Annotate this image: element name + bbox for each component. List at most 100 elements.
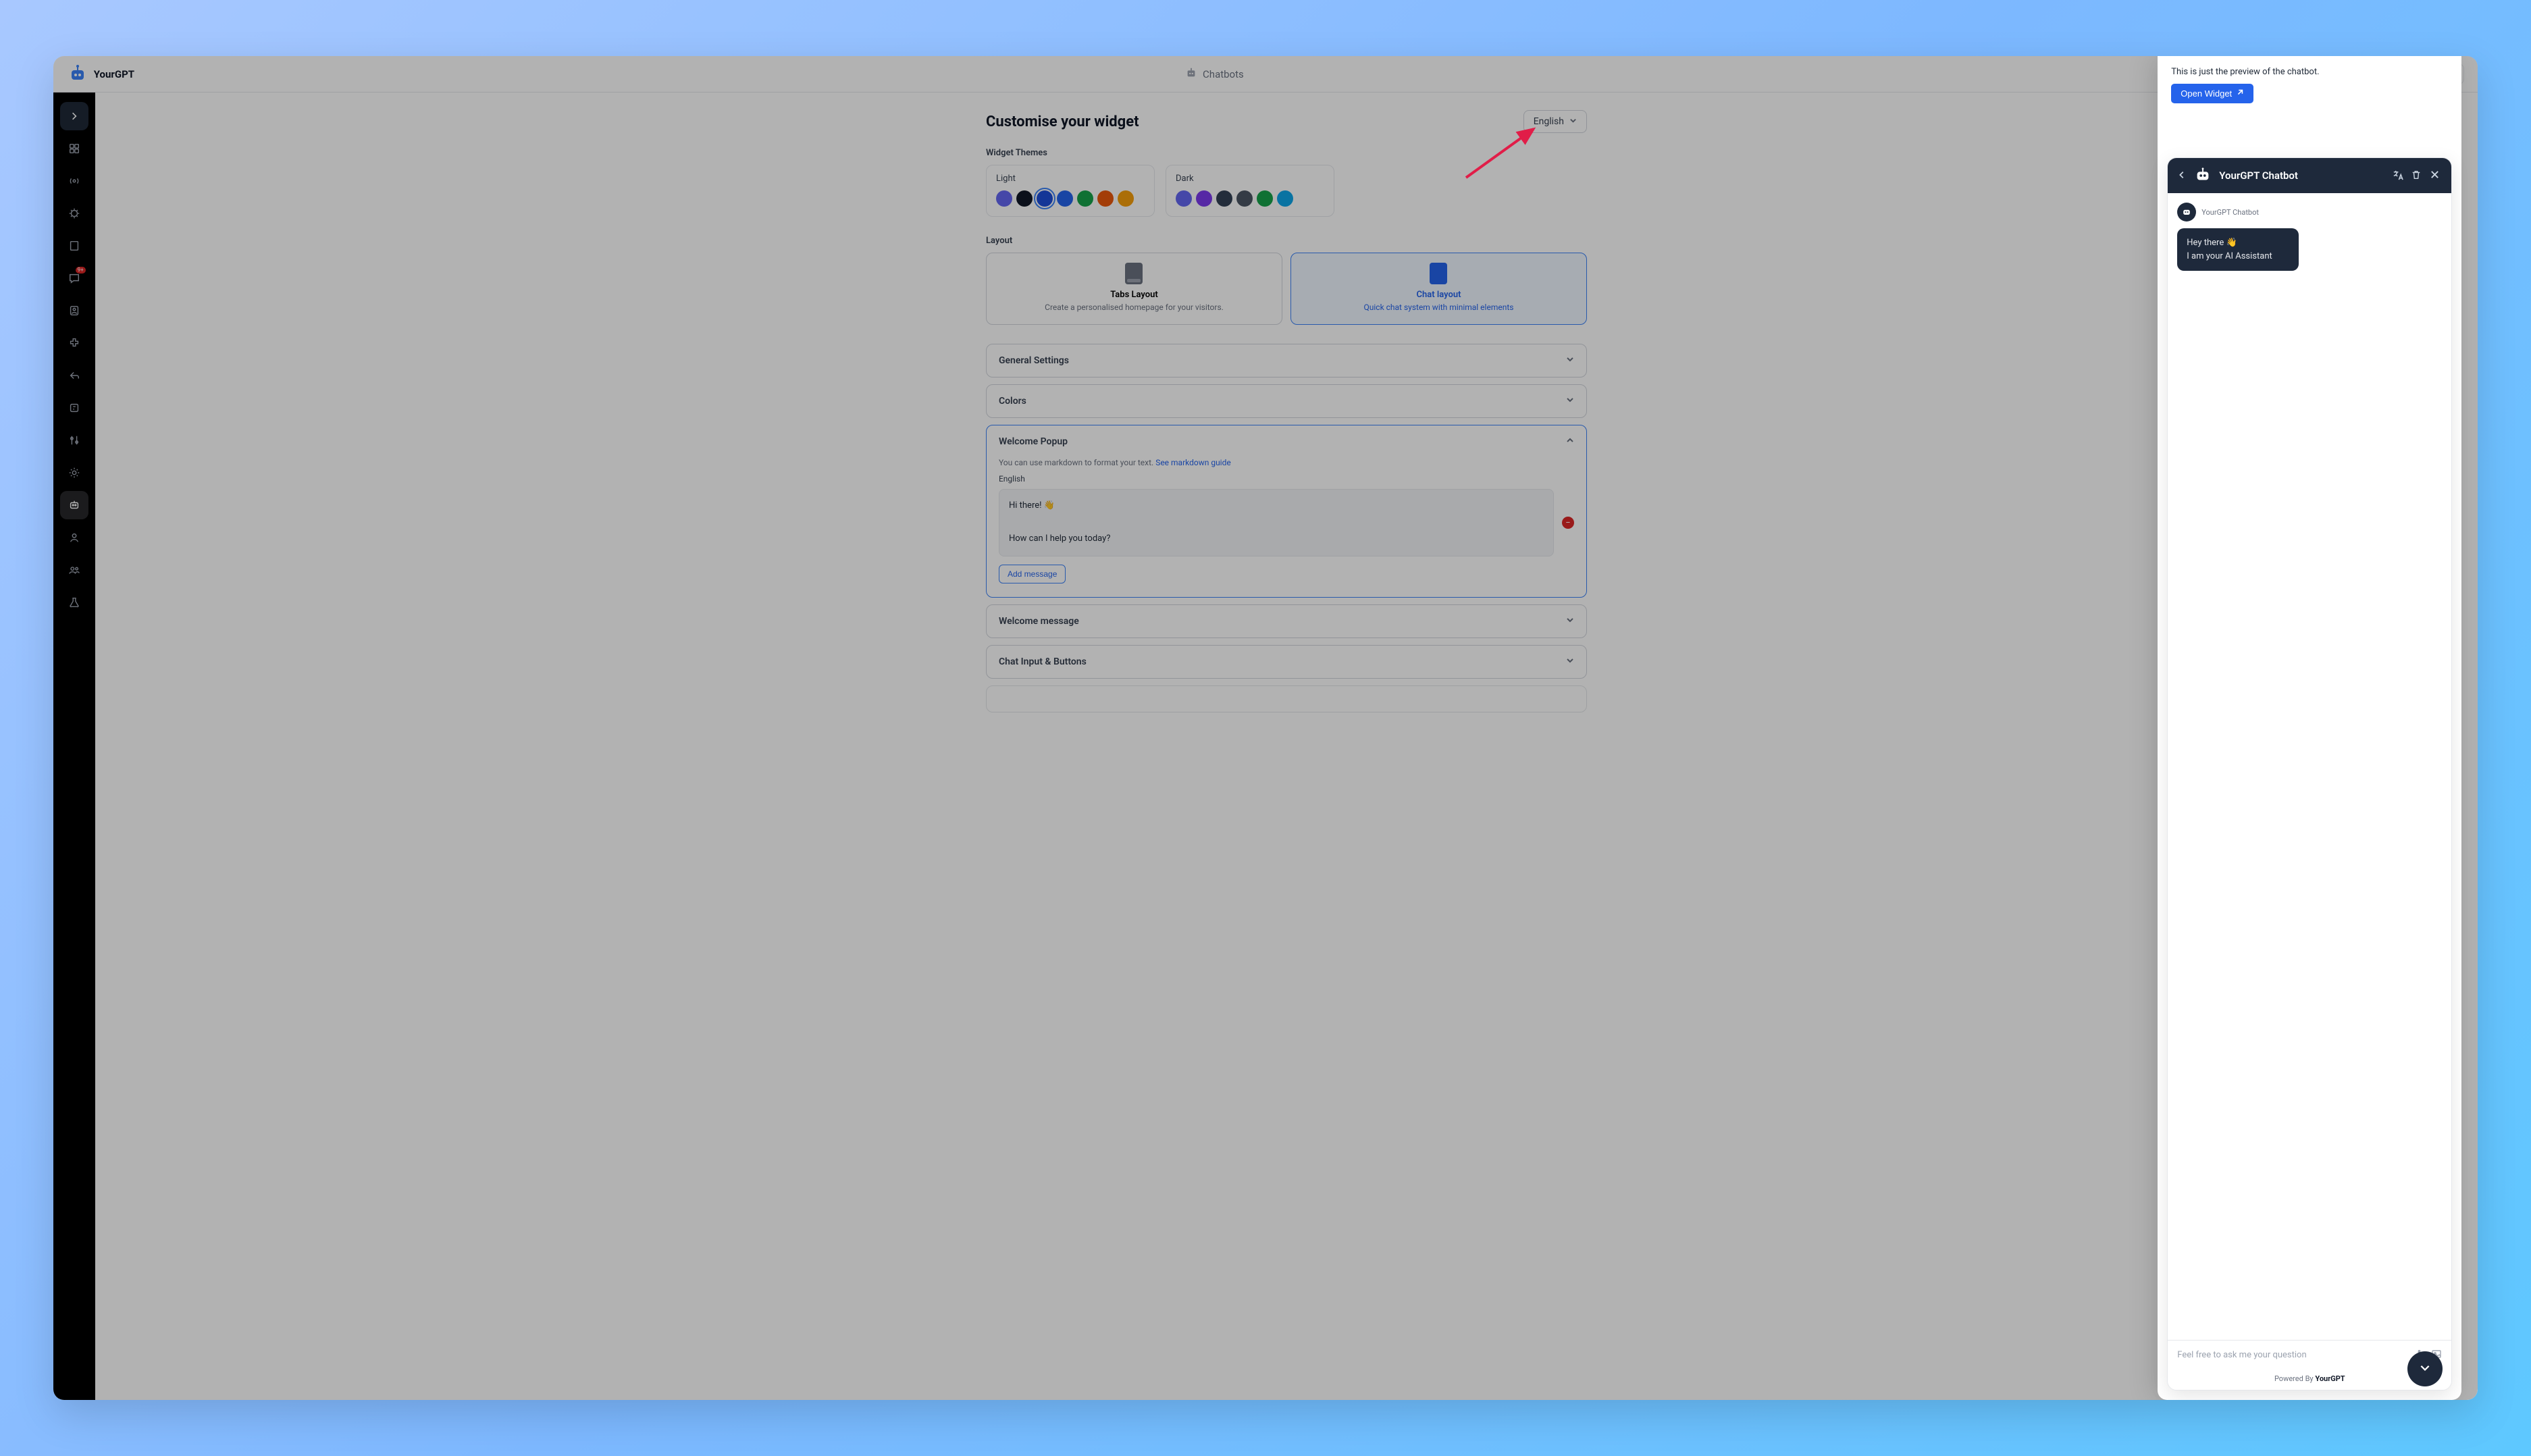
color-swatch[interactable]: [1077, 190, 1093, 207]
brand-logo-icon: [67, 63, 88, 85]
sidebar-item-customize[interactable]: [60, 426, 88, 454]
brand[interactable]: YourGPT: [67, 63, 134, 85]
accordion-more[interactable]: [986, 685, 1587, 712]
light-swatches: [996, 190, 1145, 207]
message-avatar-icon: [2177, 203, 2196, 222]
markdown-hint: You can use markdown to format your text…: [999, 458, 1574, 467]
accordion-colors[interactable]: Colors: [986, 384, 1587, 418]
external-link-icon: [2236, 88, 2244, 99]
chat-layout-desc: Quick chat system with minimal elements: [1302, 303, 1575, 312]
bot-message: Hey there 👋 I am your AI Assistant: [2177, 228, 2299, 271]
layout-tabs-card[interactable]: Tabs Layout Create a personalised homepa…: [986, 253, 1282, 325]
layout-row: Tabs Layout Create a personalised homepa…: [986, 253, 1587, 325]
sidebar-item-integrations[interactable]: [60, 329, 88, 357]
widget-input[interactable]: Feel free to ask me your question: [2177, 1350, 2407, 1360]
color-swatch[interactable]: [1196, 190, 1212, 207]
widget-avatar-icon: [2193, 166, 2212, 185]
top-center: Chatbots: [134, 67, 2295, 82]
theme-dark-label: Dark: [1176, 174, 1324, 184]
chat-layout-icon: [1430, 263, 1447, 284]
widget-fab[interactable]: [2407, 1351, 2443, 1386]
markdown-guide-link[interactable]: See markdown guide: [1155, 458, 1231, 467]
tabs-layout-icon: [1125, 263, 1143, 284]
close-icon[interactable]: [2430, 170, 2442, 182]
color-swatch[interactable]: [1037, 190, 1053, 207]
color-swatch[interactable]: [1277, 190, 1293, 207]
back-icon[interactable]: [2177, 170, 2187, 182]
color-swatch[interactable]: [1097, 190, 1114, 207]
language-select[interactable]: English: [1523, 110, 1587, 133]
tabs-layout-name: Tabs Layout: [997, 290, 1271, 300]
widget-body: YourGPT Chatbot Hey there 👋 I am your AI…: [2168, 193, 2451, 1340]
accordion-welcome-popup-header[interactable]: Welcome Popup: [987, 425, 1586, 458]
sidebar-item-broadcast[interactable]: [60, 167, 88, 195]
open-widget-button[interactable]: Open Widget: [2171, 84, 2253, 103]
welcome-popup-sublabel: English: [999, 474, 1574, 484]
preview-note: This is just the preview of the chatbot.: [2167, 67, 2452, 77]
accordion-welcome-popup: Welcome Popup You can use markdown to fo…: [986, 425, 1587, 598]
themes-row: Light Dark: [986, 165, 1587, 217]
robot-icon: [1185, 67, 1197, 82]
app-window: YourGPT Chatbots Latest Updates Account: [53, 56, 2478, 1400]
color-swatch[interactable]: [1016, 190, 1033, 207]
sidebar-item-dashboard[interactable]: [60, 134, 88, 163]
remove-message-button[interactable]: −: [1562, 517, 1574, 529]
sidebar-item-inbox[interactable]: 9+: [60, 264, 88, 292]
message-from: YourGPT Chatbot: [2177, 203, 2442, 222]
accordion-chat-input[interactable]: Chat Input & Buttons: [986, 645, 1587, 679]
themes-section-label: Widget Themes: [986, 148, 1587, 158]
preview-panel: This is just the preview of the chatbot.…: [2158, 56, 2461, 1400]
sidebar-item-settings[interactable]: [60, 459, 88, 487]
welcome-popup-body: You can use markdown to format your text…: [987, 458, 1586, 597]
sidebar-item-team[interactable]: [60, 556, 88, 584]
translate-icon[interactable]: [2392, 170, 2404, 182]
color-swatch[interactable]: [1057, 190, 1073, 207]
layout-chat-card[interactable]: Chat layout Quick chat system with minim…: [1290, 253, 1587, 325]
color-swatch[interactable]: [1216, 190, 1232, 207]
welcome-message-input[interactable]: Hi there! 👋 How can I help you today?: [999, 489, 1554, 556]
accordion-welcome-message-label: Welcome message: [999, 616, 1079, 627]
color-swatch[interactable]: [1118, 190, 1134, 207]
accordion-colors-label: Colors: [999, 396, 1026, 407]
main: Customise your widget English Widget The…: [95, 93, 2478, 1400]
sidebar-item-labs[interactable]: [60, 588, 88, 617]
chevron-down-icon: [1569, 116, 1577, 127]
content: Customise your widget English Widget The…: [986, 93, 1587, 746]
chevron-up-icon: [1566, 436, 1574, 447]
accordion-general[interactable]: General Settings: [986, 344, 1587, 378]
color-swatch[interactable]: [996, 190, 1012, 207]
sidebar-item-user[interactable]: [60, 523, 88, 552]
brand-name: YourGPT: [94, 68, 134, 80]
theme-light-card[interactable]: Light: [986, 165, 1155, 217]
delete-icon[interactable]: [2411, 170, 2423, 182]
app-body: 9+: [53, 93, 2478, 1400]
sidebar-item-back[interactable]: [60, 361, 88, 390]
inbox-badge: 9+: [76, 267, 86, 274]
sidebar-item-docs[interactable]: [60, 232, 88, 260]
sidebar-item-ai[interactable]: [60, 199, 88, 228]
sidebar-item-functions[interactable]: [60, 394, 88, 422]
color-swatch[interactable]: [1176, 190, 1192, 207]
theme-dark-card[interactable]: Dark: [1166, 165, 1334, 217]
sidebar-item-contacts[interactable]: [60, 296, 88, 325]
tabs-layout-desc: Create a personalised homepage for your …: [997, 303, 1271, 312]
widget-title: YourGPT Chatbot: [2219, 170, 2385, 182]
chat-layout-name: Chat layout: [1302, 290, 1575, 300]
color-swatch[interactable]: [1257, 190, 1273, 207]
add-message-button[interactable]: Add message: [999, 565, 1066, 583]
widget-header: YourGPT Chatbot: [2168, 158, 2451, 193]
chevron-down-icon: [2419, 1361, 2431, 1376]
sidebar-expand-button[interactable]: [60, 102, 88, 130]
topbar: YourGPT Chatbots Latest Updates Account: [53, 56, 2478, 93]
top-center-label: Chatbots: [1203, 68, 1244, 80]
chevron-down-icon: [1566, 616, 1574, 627]
page-header: Customise your widget English: [986, 110, 1587, 133]
chevron-down-icon: [1566, 396, 1574, 407]
accordion-more-label: [999, 697, 1001, 708]
accordion-welcome-message[interactable]: Welcome message: [986, 604, 1587, 638]
chevron-down-icon: [1566, 355, 1574, 366]
color-swatch[interactable]: [1236, 190, 1253, 207]
sidebar-item-chatbot[interactable]: [60, 491, 88, 519]
welcome-popup-label: Welcome Popup: [999, 436, 1068, 447]
welcome-message-row: Hi there! 👋 How can I help you today? −: [999, 489, 1574, 556]
